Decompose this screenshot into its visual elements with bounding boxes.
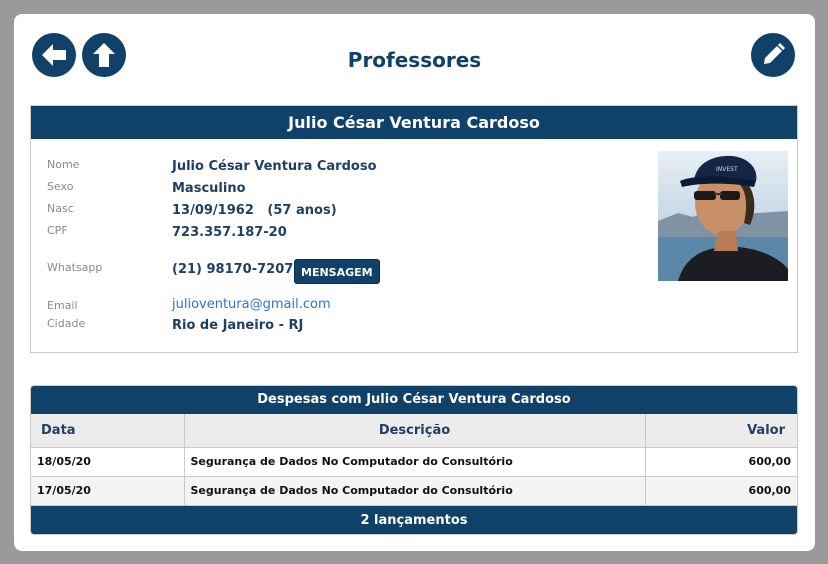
expenses-footer: 2 lançamentos [31,505,797,534]
pencil-icon [764,43,785,64]
row-date: 18/05/20 [31,447,185,477]
table-row[interactable]: 18/05/20 Segurança de Dados No Computado… [31,447,797,477]
cidade-label: Cidade [47,317,86,330]
professor-card: Professores Julio César Ventura Cardoso … [14,14,815,551]
table-row[interactable]: 17/05/20 Segurança de Dados No Computado… [31,476,797,506]
cidade-value: Rio de Janeiro - RJ [172,318,304,333]
row-value: 600,00 [645,447,797,477]
page-title: Professores [347,48,482,72]
profile-photo: INVEST [658,151,788,281]
sexo-label: Sexo [47,180,74,193]
cpf-value: 723.357.187-20 [172,225,287,240]
nome-label: Nome [47,158,80,171]
cpf-label: CPF [47,224,68,237]
message-button[interactable]: MENSAGEM [294,259,380,284]
whatsapp-value: (21) 98170-7207 [172,262,294,277]
edit-button[interactable] [751,33,795,77]
whatsapp-label: Whatsapp [47,261,103,274]
row-description: Segurança de Dados No Computador do Cons… [184,476,646,506]
nasc-value: 13/09/1962 (57 anos) [172,203,337,218]
expenses-title: Despesas com Julio César Ventura Cardoso [31,386,797,414]
column-header-data[interactable]: Data [31,414,185,448]
svg-text:INVEST: INVEST [716,166,738,173]
nome-value: Julio César Ventura Cardoso [172,159,377,174]
table-header-row: Data Descrição Valor [31,414,797,448]
column-header-valor[interactable]: Valor [645,414,797,448]
row-value: 600,00 [645,476,797,506]
profile-panel: Julio César Ventura Cardoso Nome Julio C… [30,105,798,353]
column-header-descricao[interactable]: Descrição [184,414,646,448]
email-label: Email [47,299,78,312]
email-link[interactable]: julioventura@gmail.com [172,297,331,312]
expenses-table: Despesas com Julio César Ventura Cardoso… [30,385,798,535]
row-date: 17/05/20 [31,476,185,506]
sexo-value: Masculino [172,181,246,196]
nasc-label: Nasc [47,202,74,215]
profile-header: Julio César Ventura Cardoso [31,106,797,139]
row-description: Segurança de Dados No Computador do Cons… [184,447,646,477]
